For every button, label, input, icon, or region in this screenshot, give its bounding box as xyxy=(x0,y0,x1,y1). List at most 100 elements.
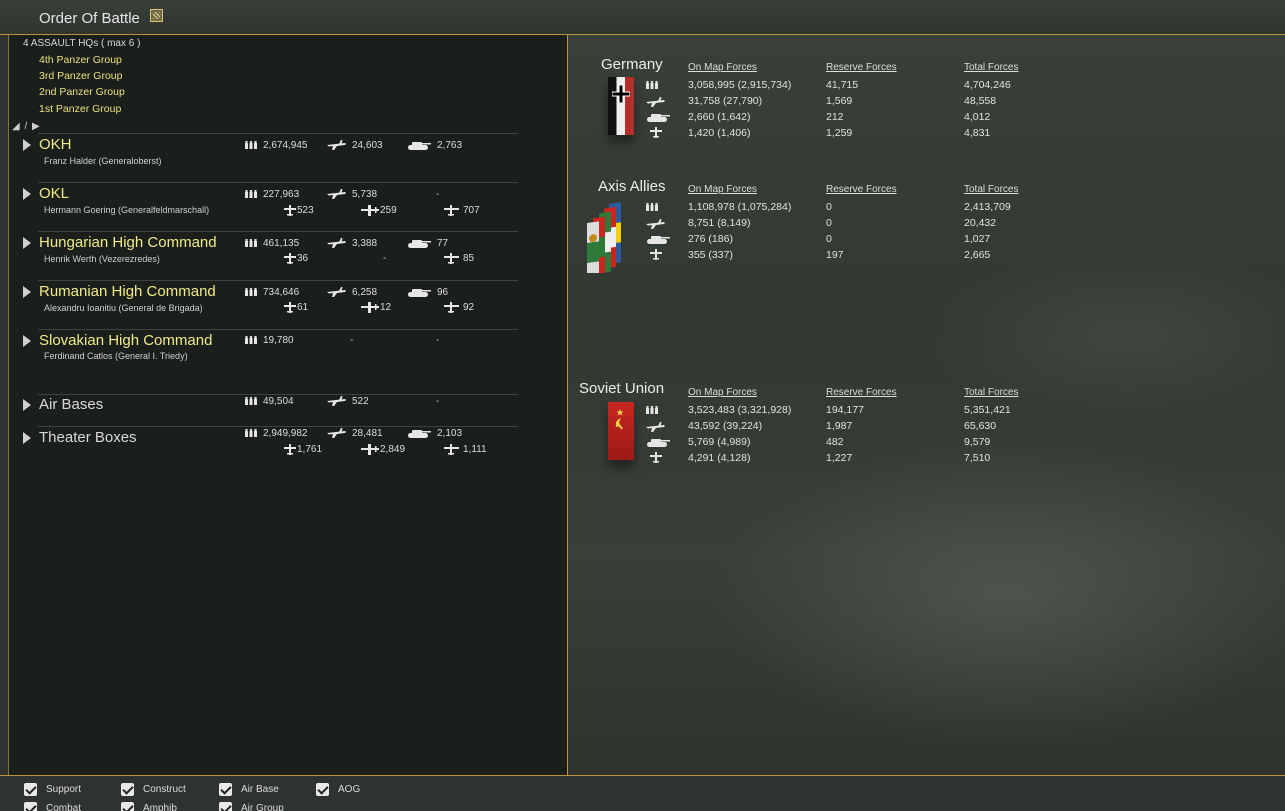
soviet-on-map-tanks: 5,769 (4,989) xyxy=(688,436,751,448)
germany-reserve-men: 41,715 xyxy=(826,79,859,91)
aircraft-icon xyxy=(327,140,346,151)
command-okl[interactable]: OKL xyxy=(39,185,69,202)
bomber-icon xyxy=(361,302,379,313)
theater-tanks: 2,103 xyxy=(407,428,462,439)
theater-planes: 28,481 xyxy=(327,428,383,439)
faction-germany: Germany xyxy=(601,56,663,73)
soviet-reserve-header: Reserve Forces xyxy=(826,387,897,398)
germany-on-map-guns: 1,420 (1,406) xyxy=(688,127,751,139)
artillery-icon xyxy=(650,249,662,260)
expand-air-bases-icon[interactable] xyxy=(23,399,31,411)
transport-icon xyxy=(444,205,459,216)
command-okh[interactable]: OKH xyxy=(39,136,72,153)
filter-air-group-checkbox[interactable]: Air Group xyxy=(219,802,284,811)
germany-reserve-tanks: 212 xyxy=(826,111,844,123)
commander-hungarian: Henrik Werth (Vezerezredes) xyxy=(44,254,160,264)
soviet-on-map-header: On Map Forces xyxy=(688,387,757,398)
filter-support-checkbox[interactable]: Support xyxy=(24,783,81,796)
okl-bombers: 259 xyxy=(361,205,397,216)
row-divider xyxy=(38,182,518,183)
checkbox-checked-icon[interactable] xyxy=(316,783,329,796)
germany-total-header: Total Forces xyxy=(964,62,1019,73)
expand-theater-boxes-icon[interactable] xyxy=(23,432,31,444)
checkbox-checked-icon[interactable] xyxy=(219,783,232,796)
aircraft-icon xyxy=(327,287,346,298)
expand-hungarian-icon[interactable] xyxy=(23,237,31,249)
hq-link-1st-panzer[interactable]: 1st Panzer Group xyxy=(39,103,121,115)
tank-icon xyxy=(407,140,431,151)
row-divider xyxy=(38,394,518,395)
command-rumanian[interactable]: Rumanian High Command xyxy=(39,283,216,300)
faction-soviet-union: Soviet Union xyxy=(579,380,665,397)
tank-icon xyxy=(407,238,431,249)
force-summary-panel: Germany On Map Forces Reserve Forces Tot… xyxy=(568,35,1285,775)
germany-total-planes: 48,558 xyxy=(964,95,997,107)
infantry-icon xyxy=(245,335,257,345)
aircraft-icon xyxy=(327,396,346,407)
theater-fighters: 1,761 xyxy=(284,444,322,455)
command-theater-boxes[interactable]: Theater Boxes xyxy=(39,429,137,446)
note-icon[interactable] xyxy=(150,9,163,22)
expand-okh-icon[interactable] xyxy=(23,139,31,151)
checkbox-checked-icon[interactable] xyxy=(121,802,134,811)
fighter-icon xyxy=(284,253,296,264)
nav-arrows[interactable]: ◢ / ▶ xyxy=(12,121,41,132)
command-slovakian[interactable]: Slovakian High Command xyxy=(39,332,212,349)
germany-on-map-header: On Map Forces xyxy=(688,62,757,73)
expand-okl-icon[interactable] xyxy=(23,188,31,200)
filter-amphib-checkbox[interactable]: Amphib xyxy=(121,802,177,811)
air-bases-tanks: - xyxy=(436,396,440,407)
infantry-icon xyxy=(245,189,257,199)
axis-total-men: 2,413,709 xyxy=(964,201,1011,213)
checkbox-checked-icon[interactable] xyxy=(121,783,134,796)
infantry-icon xyxy=(245,396,257,406)
row-divider xyxy=(38,426,518,427)
germany-total-men: 4,704,246 xyxy=(964,79,1011,91)
hq-link-3rd-panzer[interactable]: 3rd Panzer Group xyxy=(39,70,122,82)
artillery-icon xyxy=(650,127,662,138)
artillery-icon xyxy=(650,452,662,463)
germany-flag-icon xyxy=(608,77,634,135)
okl-planes: 5,738 xyxy=(327,189,377,200)
theater-other-air: 1,111 xyxy=(444,444,487,455)
infantry-icon xyxy=(245,287,257,297)
hq-link-4th-panzer[interactable]: 4th Panzer Group xyxy=(39,54,122,66)
expand-slovakian-icon[interactable] xyxy=(23,335,31,347)
tank-icon xyxy=(407,428,431,439)
filter-air-base-checkbox[interactable]: Air Base xyxy=(219,783,279,796)
commander-okl: Hermann Goering (Generalfeldmarschall) xyxy=(44,205,210,215)
hungarian-fighters: 36 xyxy=(284,253,308,264)
okh-men: 2,674,945 xyxy=(245,140,308,151)
hq-link-2nd-panzer[interactable]: 2nd Panzer Group xyxy=(39,86,125,98)
checkbox-checked-icon[interactable] xyxy=(24,783,37,796)
hungarian-bombers: - xyxy=(383,253,387,264)
air-bases-planes: 522 xyxy=(327,396,369,407)
axis-on-map-header: On Map Forces xyxy=(688,184,757,195)
checkbox-checked-icon[interactable] xyxy=(24,802,37,811)
aircraft-icon xyxy=(646,97,665,107)
soviet-total-men: 5,351,421 xyxy=(964,404,1011,416)
soviet-total-tanks: 9,579 xyxy=(964,436,991,448)
filter-construct-checkbox[interactable]: Construct xyxy=(121,783,186,796)
tank-icon xyxy=(647,114,670,122)
axis-total-tanks: 1,027 xyxy=(964,233,991,245)
window-title-bar: Order Of Battle xyxy=(0,0,1285,35)
commander-okh: Franz Halder (Generaloberst) xyxy=(44,156,162,166)
filter-aog-checkbox[interactable]: AOG xyxy=(316,783,360,796)
axis-on-map-men: 1,108,978 (1,075,284) xyxy=(688,201,792,213)
left-edge xyxy=(0,35,9,775)
infantry-icon xyxy=(245,238,257,248)
tank-icon xyxy=(647,439,670,447)
okl-other-air: 707 xyxy=(444,205,480,216)
tank-icon xyxy=(647,236,670,244)
expand-rumanian-icon[interactable] xyxy=(23,286,31,298)
command-hungarian[interactable]: Hungarian High Command xyxy=(39,234,217,251)
axis-total-guns: 2,665 xyxy=(964,249,991,261)
soviet-on-map-guns: 4,291 (4,128) xyxy=(688,452,751,464)
checkbox-checked-icon[interactable] xyxy=(219,802,232,811)
infantry-icon xyxy=(245,428,257,438)
filter-combat-checkbox[interactable]: Combat xyxy=(24,802,81,811)
command-air-bases[interactable]: Air Bases xyxy=(39,396,103,413)
soviet-on-map-men: 3,523,483 (3,321,928) xyxy=(688,404,792,416)
aircraft-icon xyxy=(327,189,346,200)
